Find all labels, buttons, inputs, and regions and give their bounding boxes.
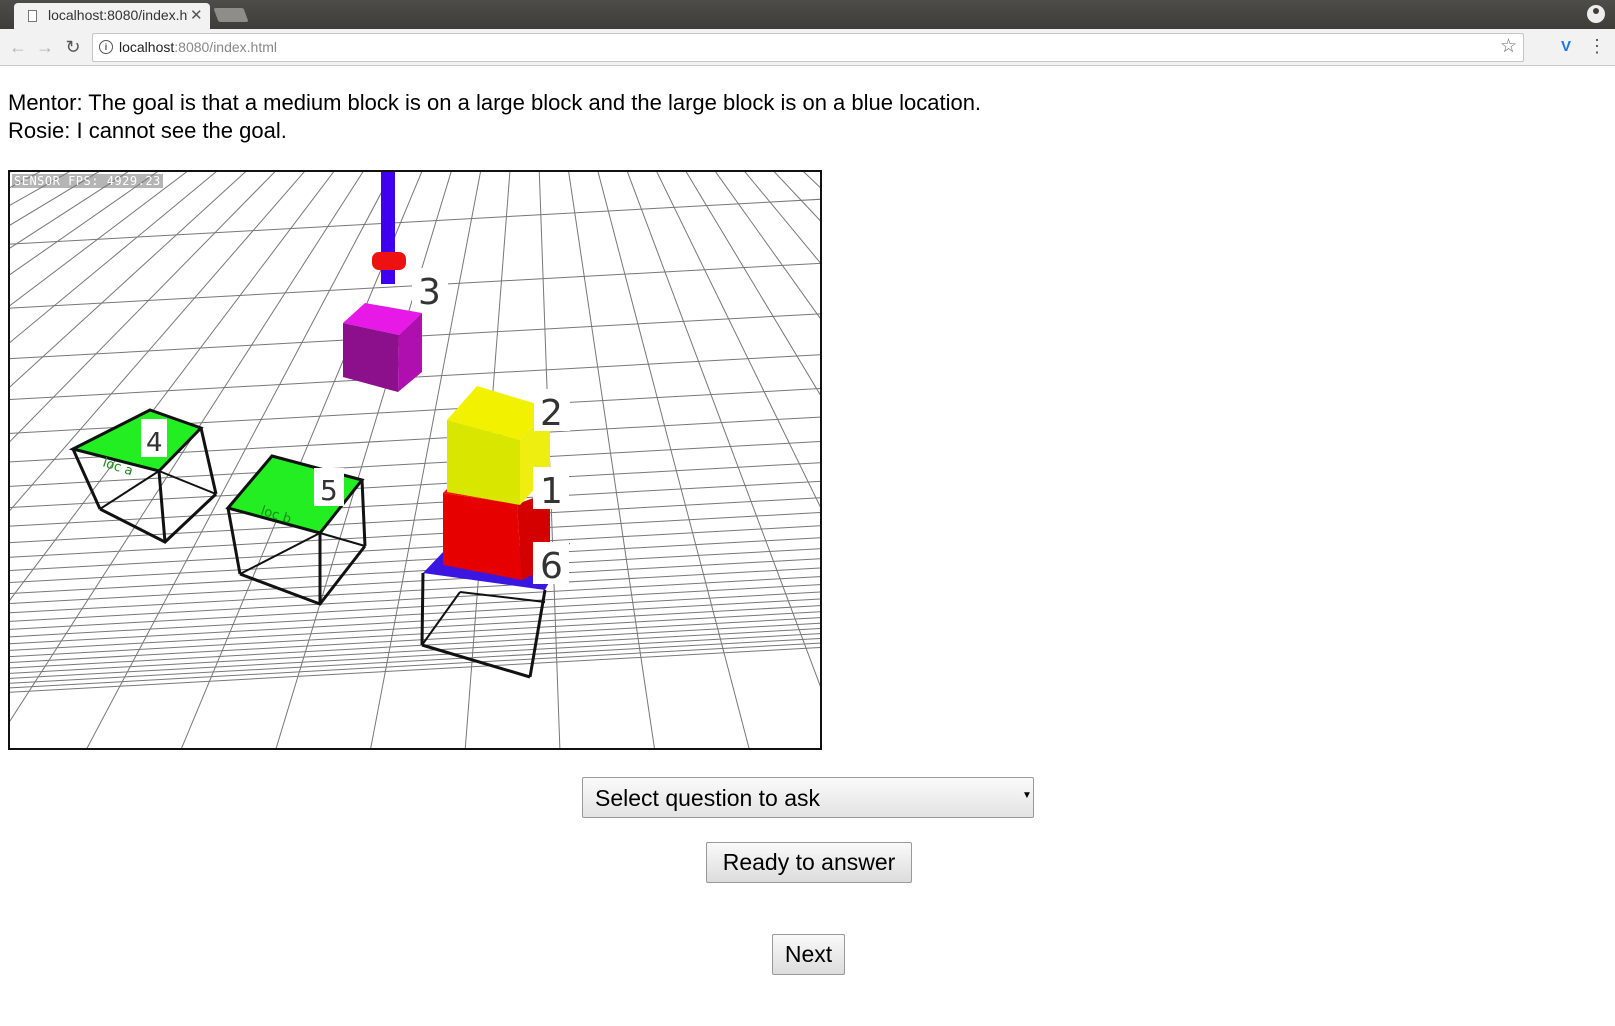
new-tab-button[interactable] <box>213 8 249 22</box>
scene-viewport[interactable]: 3 2 1 6 4 5 loc a loc b SENSOR FPS: 4929… <box>8 170 822 750</box>
scene-canvas: 3 2 1 6 4 5 loc a loc b <box>10 172 820 748</box>
rosie-line: Rosie: I cannot see the goal. <box>8 118 287 143</box>
block-2-label: 2 <box>540 393 563 434</box>
ready-to-answer-button[interactable]: Ready to answer <box>706 842 912 883</box>
block-1-label: 1 <box>540 471 563 512</box>
robot-gripper <box>372 252 406 270</box>
reload-icon[interactable]: ↻ <box>62 36 84 58</box>
location-5 <box>225 454 367 606</box>
dialog-text: Mentor: The goal is that a medium block … <box>8 89 981 145</box>
tab-title: localhost:8080/index.html <box>48 7 188 23</box>
block-3 <box>343 303 422 392</box>
url-text: localhost:8080/index.html <box>119 39 277 55</box>
sensor-fps-readout: SENSOR FPS: 4929.23 <box>12 174 163 188</box>
extension-icon[interactable]: V <box>1556 37 1576 57</box>
location-4-label: 4 <box>146 428 163 458</box>
back-arrow-icon[interactable]: ← <box>7 36 29 58</box>
browser-toolbar: ← → ↻ i localhost:8080/index.html ☆ V ⋮ <box>0 29 1615 66</box>
location-5-label: 5 <box>320 474 338 507</box>
tab-strip: localhost:8080/index.html ✕ <box>0 0 1615 29</box>
forward-arrow-icon[interactable]: → <box>34 36 56 58</box>
close-icon[interactable]: ✕ <box>190 6 203 24</box>
bookmark-star-icon[interactable]: ☆ <box>1500 35 1517 58</box>
question-select[interactable]: Select question to ask <box>582 777 1034 818</box>
address-bar[interactable]: i localhost:8080/index.html ☆ <box>92 33 1524 62</box>
mentor-line: Mentor: The goal is that a medium block … <box>8 90 982 115</box>
page-icon <box>28 10 37 22</box>
browser-tab[interactable]: localhost:8080/index.html ✕ <box>14 3 210 29</box>
block-3-label: 3 <box>418 272 441 313</box>
menu-dots-icon[interactable]: ⋮ <box>1588 35 1606 57</box>
next-button[interactable]: Next <box>772 934 845 975</box>
info-icon[interactable]: i <box>99 40 113 54</box>
location-6-label: 6 <box>540 546 563 587</box>
profile-icon[interactable] <box>1587 5 1605 23</box>
